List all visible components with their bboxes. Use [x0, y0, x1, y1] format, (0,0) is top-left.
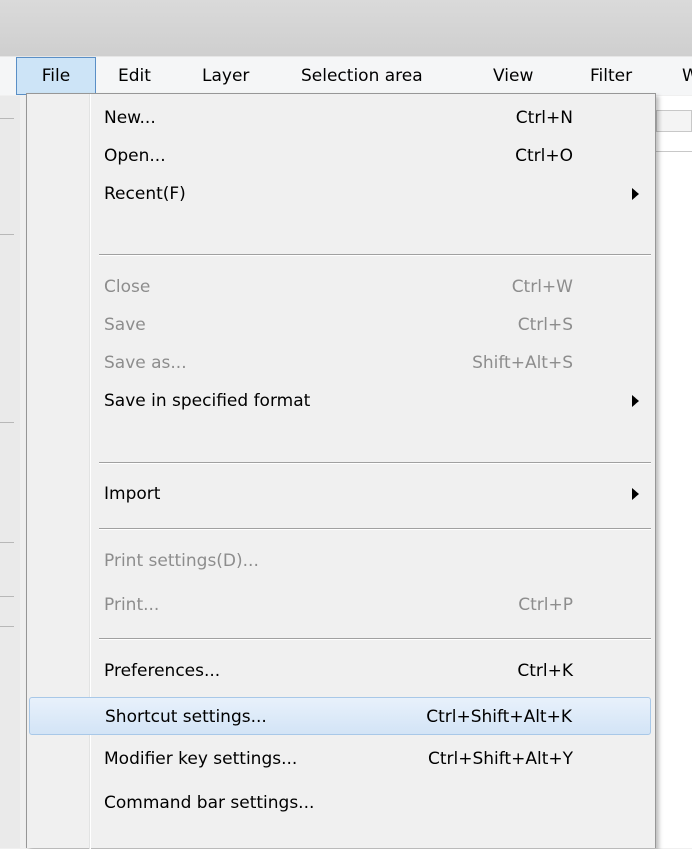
canvas-divider — [656, 151, 692, 152]
menu-layer[interactable]: Layer — [202, 57, 249, 95]
tool-strip-divider — [0, 626, 14, 627]
menu-window-partial[interactable]: W — [682, 57, 692, 95]
menu-item-label: Save — [104, 315, 146, 335]
menu-item-import[interactable]: Import — [29, 475, 651, 513]
menu-item-save[interactable]: Save Ctrl+S — [29, 306, 651, 344]
menu-item-label: Save in specified format — [104, 391, 311, 411]
toolbar-control — [656, 110, 692, 132]
menu-item-shortcut-settings[interactable]: Shortcut settings... Ctrl+Shift+Alt+K — [29, 697, 651, 735]
menu-item-command-bar-settings[interactable]: Command bar settings... — [29, 784, 651, 822]
menu-item-modifier-key-settings[interactable]: Modifier key settings... Ctrl+Shift+Alt+… — [29, 740, 651, 778]
menu-item-shortcut: Ctrl+O — [515, 146, 573, 166]
menu-item-close[interactable]: Close Ctrl+W — [29, 268, 651, 306]
menu-item-shortcut: Ctrl+S — [517, 315, 573, 335]
menu-item-label: Modifier key settings... — [104, 749, 298, 769]
menu-separator — [99, 462, 651, 464]
menu-selection-area[interactable]: Selection area — [301, 57, 423, 95]
tool-strip-divider — [0, 422, 14, 423]
tool-strip-divider — [0, 596, 14, 597]
menu-item-label: Print... — [104, 595, 160, 615]
menu-view[interactable]: View — [493, 57, 533, 95]
menu-item-label: New... — [104, 108, 156, 128]
tool-strip-divider — [0, 542, 14, 543]
menu-item-print[interactable]: Print... Ctrl+P — [29, 586, 651, 624]
tool-strip-divider — [0, 234, 14, 235]
submenu-arrow-icon — [632, 488, 639, 500]
menu-item-shortcut: Ctrl+Shift+Alt+K — [426, 707, 572, 727]
window-title-bar — [0, 0, 692, 56]
menu-item-save-in-specified-format[interactable]: Save in specified format — [29, 382, 651, 420]
menu-item-new[interactable]: New... Ctrl+N — [29, 99, 651, 137]
menu-item-shortcut: Ctrl+W — [511, 277, 573, 297]
menu-item-label: Open... — [104, 146, 166, 166]
menu-item-shortcut: Ctrl+P — [518, 595, 573, 615]
menu-item-label: Print settings(D)... — [104, 551, 259, 571]
menu-separator — [99, 254, 651, 256]
menu-item-label: Import — [104, 484, 161, 504]
menu-filter[interactable]: Filter — [590, 57, 632, 95]
canvas-area — [656, 96, 692, 848]
left-tool-strip — [0, 96, 20, 848]
menu-file[interactable]: File — [16, 57, 96, 95]
menu-item-recent[interactable]: Recent(F) — [29, 175, 651, 213]
menu-item-shortcut: Ctrl+Shift+Alt+Y — [427, 749, 573, 769]
menu-item-print-settings[interactable]: Print settings(D)... — [29, 542, 651, 580]
menu-separator — [99, 528, 651, 530]
menu-item-shortcut: Shift+Alt+S — [472, 353, 573, 373]
menu-item-save-as[interactable]: Save as... Shift+Alt+S — [29, 344, 651, 382]
menu-item-label: Preferences... — [104, 661, 221, 681]
tool-strip-divider — [0, 118, 14, 119]
submenu-arrow-icon — [632, 188, 639, 200]
menu-item-shortcut: Ctrl+N — [515, 108, 573, 128]
menu-item-label: Recent(F) — [104, 184, 186, 204]
menu-item-label: Save as... — [104, 353, 187, 373]
menu-edit[interactable]: Edit — [118, 57, 151, 95]
menu-item-label: Shortcut settings... — [105, 707, 267, 727]
menu-separator — [99, 638, 651, 640]
file-menu-dropdown: New... Ctrl+N Open... Ctrl+O Recent(F) C… — [26, 93, 656, 849]
submenu-arrow-icon — [632, 395, 639, 407]
menu-item-open[interactable]: Open... Ctrl+O — [29, 137, 651, 175]
menu-item-label: Command bar settings... — [104, 793, 315, 813]
menu-item-shortcut: Ctrl+K — [517, 661, 573, 681]
menu-item-preferences[interactable]: Preferences... Ctrl+K — [29, 652, 651, 690]
menu-bar: File Edit Layer Selection area View Filt… — [0, 56, 692, 95]
menu-item-label: Close — [104, 277, 151, 297]
